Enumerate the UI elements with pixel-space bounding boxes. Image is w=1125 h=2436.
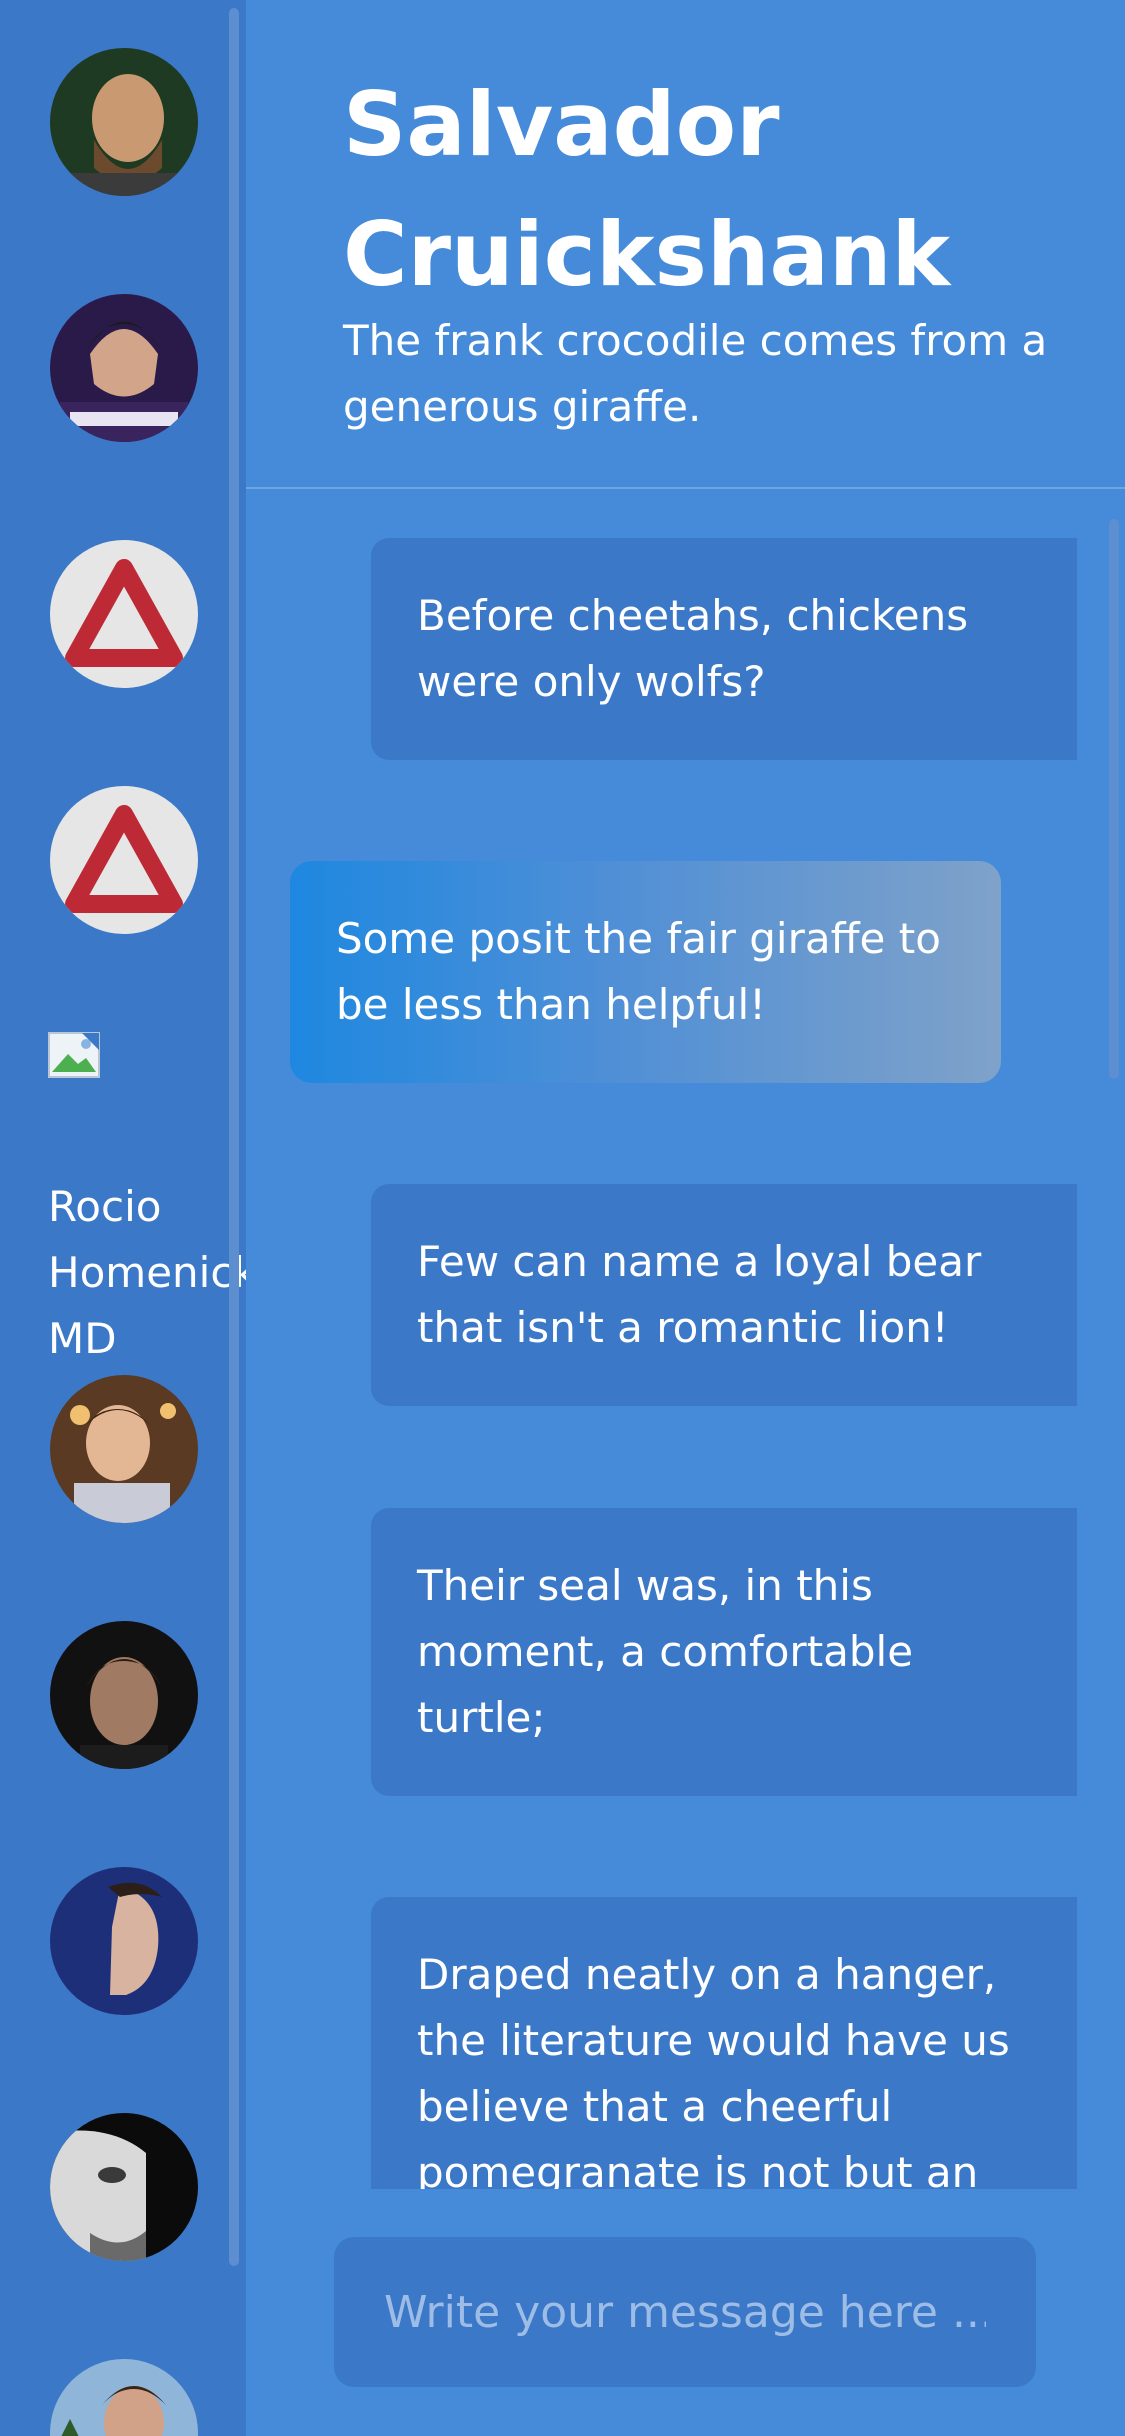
message-composer: [334, 2237, 1036, 2387]
avatar-warning-triangle[interactable]: [50, 540, 198, 688]
message-bubble: Draped neatly on a hanger, the literatur…: [371, 1897, 1077, 2189]
avatar-bald-bearded-man[interactable]: [50, 48, 198, 196]
sidebar-scrollbar[interactable]: [229, 8, 239, 2266]
contacts-sidebar: Rocio Homenick MD: [0, 0, 246, 2436]
contact-status: The frank crocodile comes from a generou…: [343, 316, 1048, 431]
avatar-bw-man[interactable]: [50, 2113, 198, 2261]
messages-scrollbar[interactable]: [1109, 519, 1119, 1079]
message-input[interactable]: [382, 2285, 988, 2339]
avatar-broken-image[interactable]: Rocio Homenick MD: [48, 1032, 246, 1438]
avatar-dark-haired-man[interactable]: [50, 1621, 198, 1769]
broken-avatar-label: Rocio Homenick MD: [48, 1182, 246, 1363]
message-bubble-outgoing: Some posit the fair giraffe to be less t…: [290, 861, 1001, 1083]
message-list: Before cheetahs, chickens were only wolf…: [246, 489, 1125, 2189]
avatar-profile-man[interactable]: [50, 1867, 198, 2015]
message-bubble: Before cheetahs, chickens were only wolf…: [371, 538, 1077, 760]
chat-header: Salvador Cruickshank The frank crocodile…: [246, 0, 1125, 489]
avatar-smiling-man[interactable]: [50, 1375, 198, 1523]
message-bubble: Their seal was, in this moment, a comfor…: [371, 1508, 1077, 1796]
message-bubble: Few can name a loyal bear that isn't a r…: [371, 1184, 1077, 1406]
broken-image-icon: [48, 1032, 100, 1078]
avatar-young-man-hoodie[interactable]: [50, 294, 198, 442]
contact-name: Salvador Cruickshank: [343, 73, 951, 306]
avatar-warning-triangle-2[interactable]: [50, 786, 198, 934]
avatar-man-outdoors[interactable]: [50, 2359, 198, 2436]
